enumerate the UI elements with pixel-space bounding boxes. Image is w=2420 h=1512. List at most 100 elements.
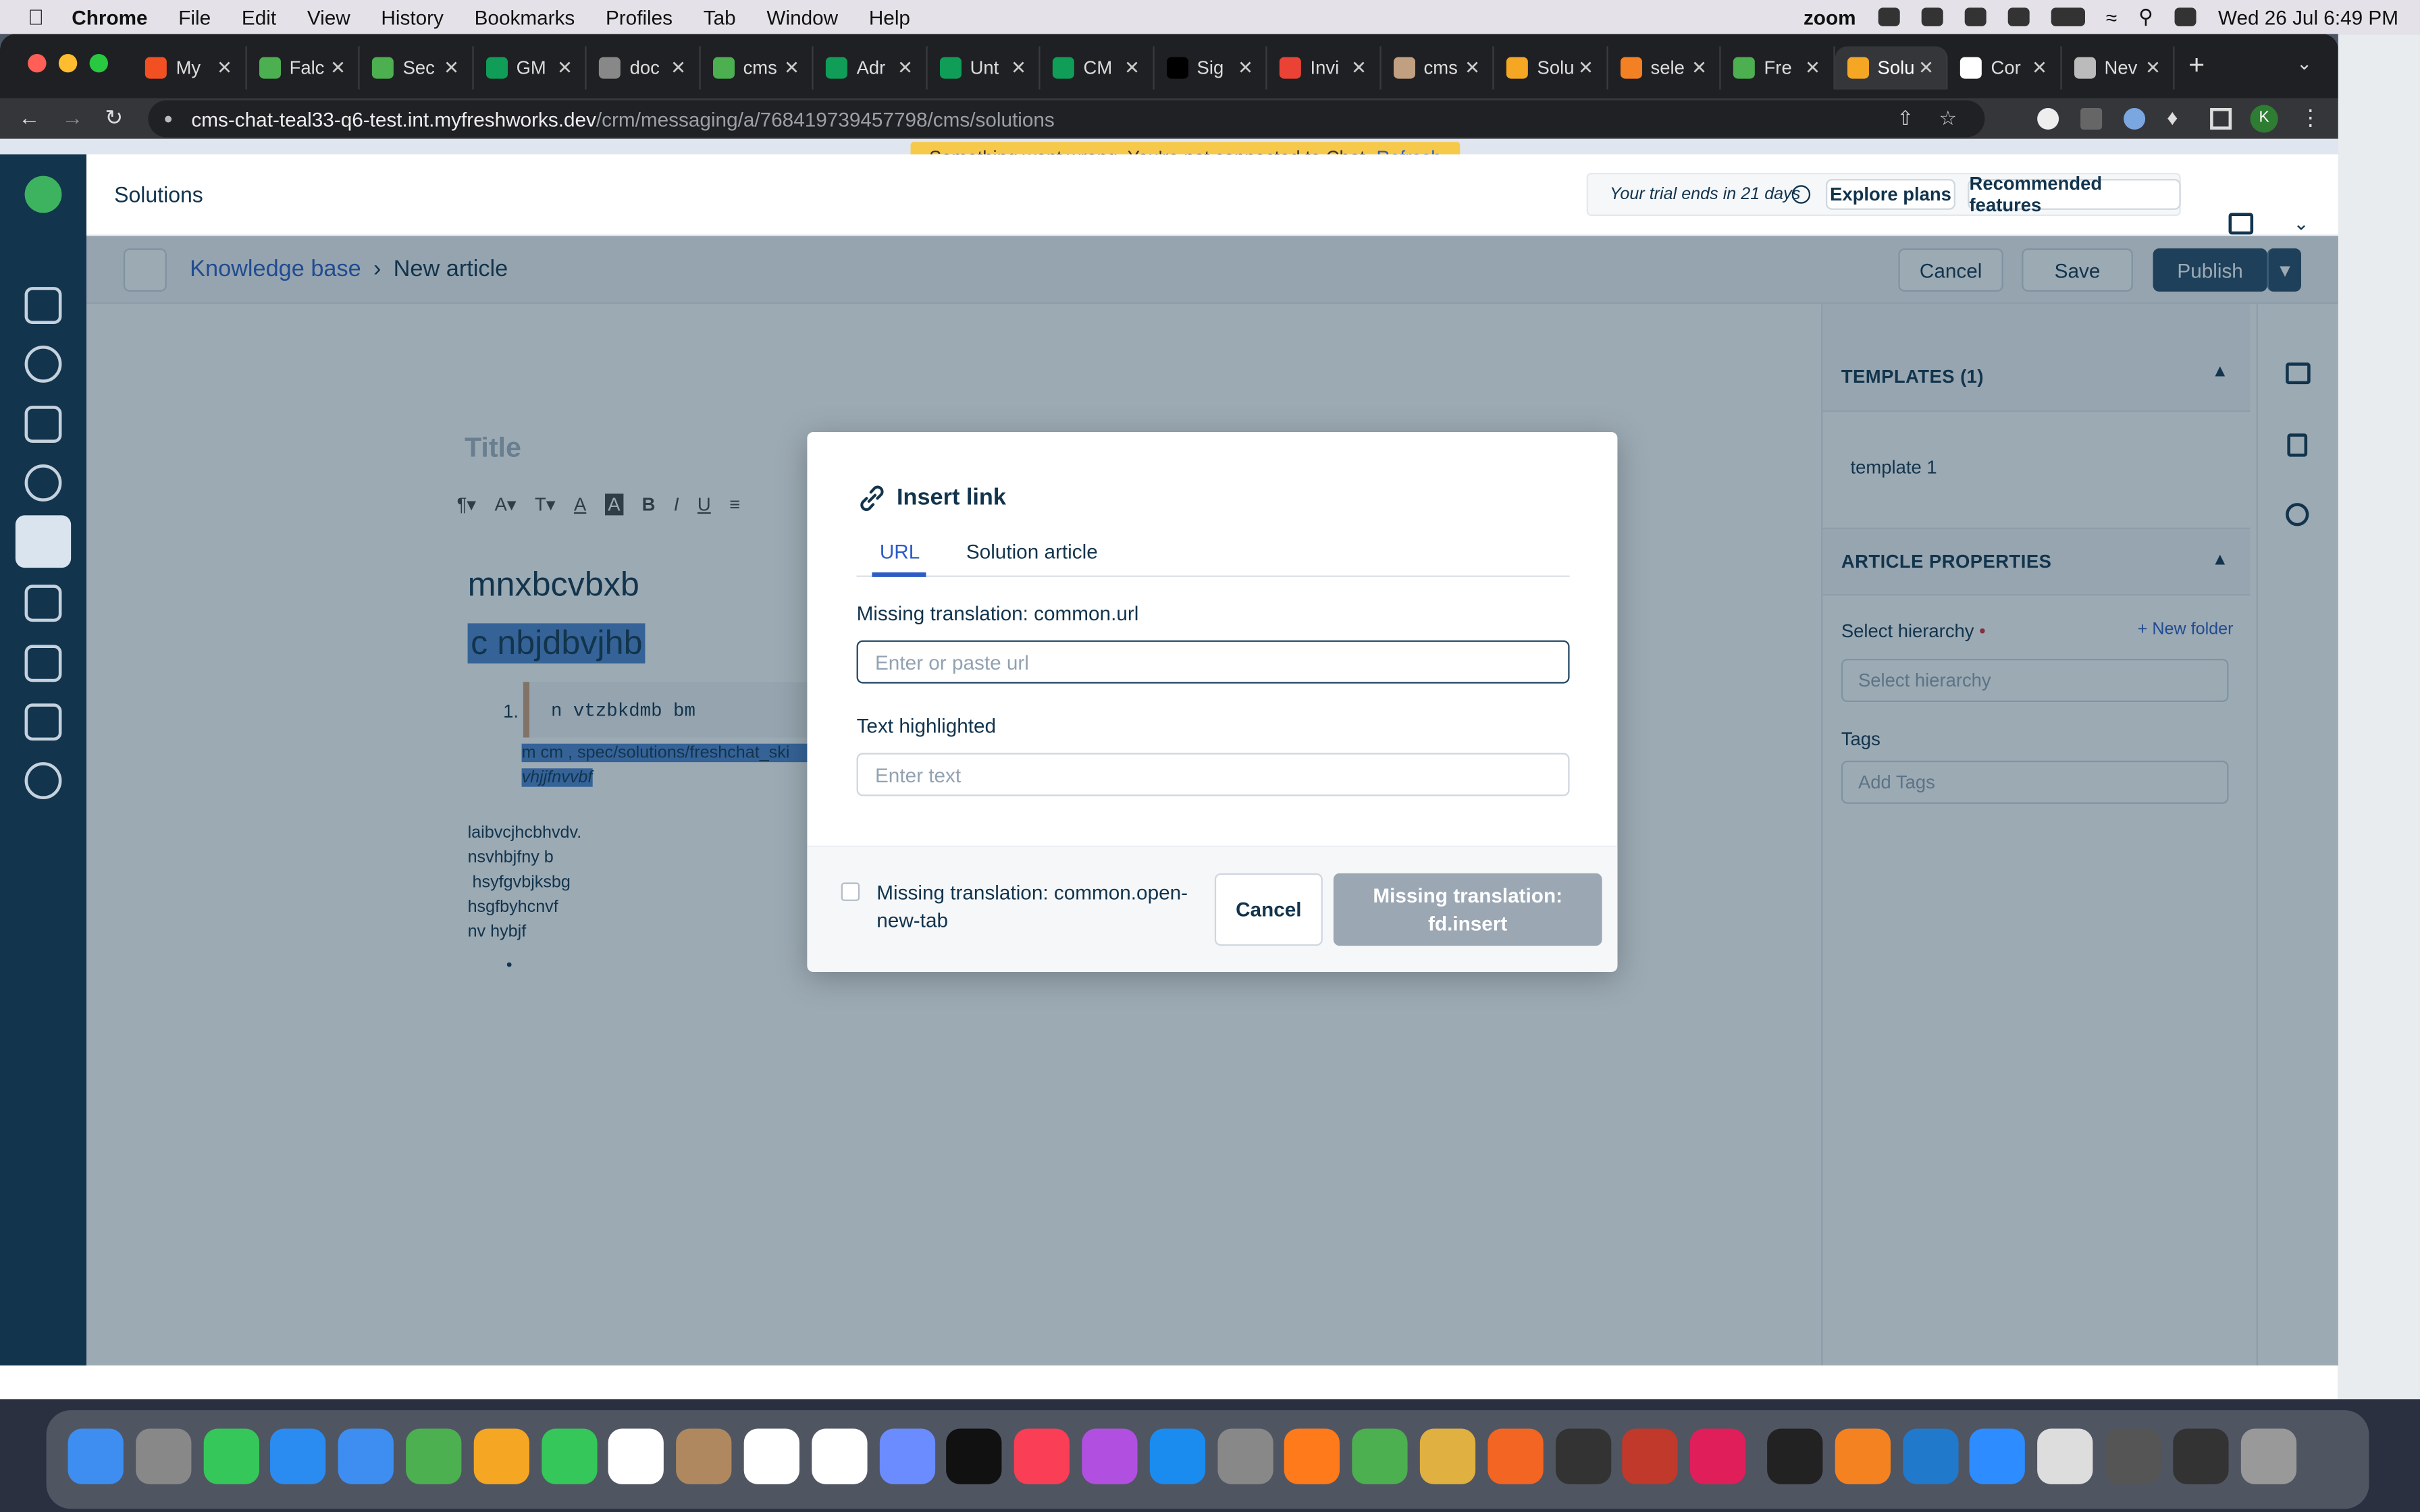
browser-tab[interactable]: Fre ✕ <box>1721 46 1835 90</box>
tab-close-icon[interactable]: ✕ <box>1805 57 1820 79</box>
freshchat-logo-icon[interactable] <box>24 176 62 213</box>
maximize-window-button[interactable] <box>89 53 108 73</box>
browser-tab[interactable]: Solu ✕ <box>1494 46 1608 90</box>
browser-tab[interactable]: Solu ✕ <box>1834 46 1948 90</box>
users-icon[interactable] <box>24 464 62 502</box>
search-icon[interactable]: ⚲ <box>2138 5 2153 30</box>
menu-edit[interactable]: Edit <box>242 5 276 28</box>
tab-close-icon[interactable]: ✕ <box>1918 57 1934 79</box>
wifi-icon[interactable]: ≈ <box>2106 5 2117 28</box>
status-icon[interactable] <box>1877 7 1899 26</box>
kebab-menu-icon[interactable]: ⋮ <box>2300 105 2321 131</box>
dock-app-icon[interactable] <box>1419 1428 1476 1484</box>
dock-app-icon[interactable] <box>1487 1428 1544 1484</box>
chevron-down-icon[interactable]: ⌄ <box>2294 213 2309 234</box>
dock-app-icon[interactable] <box>1014 1428 1070 1484</box>
tab-close-icon[interactable]: ✕ <box>1465 57 1480 79</box>
status-icon[interactable] <box>2007 7 2029 26</box>
menu-file[interactable]: File <box>178 5 211 28</box>
dock-app-icon[interactable] <box>1217 1428 1273 1484</box>
browser-tab[interactable]: My ✕ <box>133 46 246 90</box>
inbox-icon[interactable] <box>24 287 62 324</box>
tab-close-icon[interactable]: ✕ <box>2032 57 2047 79</box>
back-icon[interactable]: ← <box>18 105 40 130</box>
dock-app-icon[interactable] <box>743 1428 799 1484</box>
forward-icon[interactable]: → <box>61 105 83 130</box>
tab-solution-article[interactable]: Solution article <box>966 540 1098 563</box>
bookmark-star-icon[interactable]: ☆ <box>1939 107 1957 132</box>
contacts-icon[interactable] <box>24 406 62 443</box>
browser-tab[interactable]: Sec ✕ <box>360 46 473 90</box>
browser-tab[interactable]: Unt ✕ <box>927 46 1041 90</box>
open-new-tab-label[interactable]: Missing translation: common.open-new-tab <box>876 880 1201 935</box>
control-center-icon[interactable] <box>2174 7 2197 26</box>
browser-tab[interactable]: sele ✕ <box>1608 46 1721 90</box>
dock-app-icon[interactable] <box>203 1428 259 1484</box>
tab-close-icon[interactable]: ✕ <box>557 57 573 79</box>
open-new-tab-checkbox[interactable] <box>841 882 860 901</box>
minimize-window-button[interactable] <box>58 53 78 73</box>
dock-app-icon[interactable] <box>1902 1428 1958 1484</box>
dock-app-icon[interactable] <box>270 1428 327 1484</box>
dock-app-icon[interactable] <box>878 1428 935 1484</box>
solutions-book-icon[interactable] <box>15 515 72 568</box>
dock-app-icon[interactable] <box>1690 1428 1746 1484</box>
bot-icon[interactable] <box>24 585 62 622</box>
dock-app-icon[interactable] <box>676 1428 732 1484</box>
dock-app-icon[interactable] <box>473 1428 529 1484</box>
browser-tab[interactable]: Adr ✕ <box>814 46 927 90</box>
tab-close-icon[interactable]: ✕ <box>1351 57 1367 79</box>
dock-app-icon[interactable] <box>2105 1428 2161 1484</box>
url-field[interactable]: ● cms-chat-teal33-q6-test.int.myfreshwor… <box>148 100 1985 138</box>
extension-icon[interactable] <box>2037 107 2059 130</box>
dock-app-icon[interactable] <box>1623 1428 1679 1484</box>
reports-icon[interactable] <box>24 703 62 741</box>
reload-icon[interactable]: ↻ <box>105 105 123 131</box>
dock-app-icon[interactable] <box>338 1428 394 1484</box>
browser-tab[interactable]: Sig ✕ <box>1154 46 1267 90</box>
zoom-status[interactable]: zoom <box>1804 5 1856 28</box>
puzzle-icon[interactable]: ♦ <box>2167 105 2178 130</box>
clock[interactable]: Wed 26 Jul 6:49 PM <box>2218 5 2398 28</box>
dock-app-icon[interactable] <box>2037 1428 2093 1484</box>
modal-cancel-button[interactable]: Cancel <box>1214 873 1323 946</box>
dock-app-icon[interactable] <box>1970 1428 2026 1484</box>
dock-app-icon[interactable] <box>608 1428 664 1484</box>
browser-tab[interactable]: Nev ✕ <box>2061 46 2175 90</box>
dock-app-icon[interactable] <box>2172 1428 2229 1484</box>
dock-app-icon[interactable] <box>1352 1428 1408 1484</box>
url-input[interactable]: Enter or paste url <box>856 640 1570 684</box>
browser-tab[interactable]: Falc ✕ <box>246 46 360 90</box>
browser-tab[interactable]: doc ✕ <box>587 46 700 90</box>
share-icon[interactable]: ⇧ <box>1897 107 1914 132</box>
dock-app-icon[interactable] <box>811 1428 868 1484</box>
dock-app-icon[interactable] <box>1555 1428 1611 1484</box>
tab-close-icon[interactable]: ✕ <box>784 57 799 79</box>
dock-app-icon[interactable] <box>947 1428 1003 1484</box>
sidebar-icon[interactable] <box>2210 107 2232 130</box>
browser-tab[interactable]: cms ✕ <box>1381 46 1494 90</box>
dock-app-icon[interactable] <box>68 1428 124 1484</box>
tab-close-icon[interactable]: ✕ <box>444 57 459 79</box>
tab-close-icon[interactable]: ✕ <box>1124 57 1140 79</box>
dock-app-icon[interactable] <box>1149 1428 1205 1484</box>
recommended-features-button[interactable]: Recommended features <box>1968 173 2181 216</box>
text-input[interactable]: Enter text <box>856 753 1570 796</box>
tab-close-icon[interactable]: ✕ <box>1011 57 1026 79</box>
browser-tab[interactable]: GM ✕ <box>473 46 587 90</box>
dock-app-icon[interactable] <box>541 1428 597 1484</box>
tab-search-icon[interactable]: ⌄ <box>2296 53 2312 74</box>
browser-tab[interactable]: CM ✕ <box>1041 46 1154 90</box>
menu-app-name[interactable]: Chrome <box>72 5 147 28</box>
info-icon[interactable] <box>1791 185 1811 204</box>
tab-close-icon[interactable]: ✕ <box>2145 57 2161 79</box>
extension-icon[interactable] <box>2124 107 2146 130</box>
extension-icon[interactable] <box>2080 107 2103 130</box>
tab-close-icon[interactable]: ✕ <box>330 57 346 79</box>
settings-gear-icon[interactable] <box>24 762 62 799</box>
status-icon[interactable] <box>1920 7 1943 26</box>
avatar[interactable]: K <box>2250 105 2278 133</box>
explore-plans-button[interactable]: Explore plans <box>1825 179 1955 210</box>
close-window-button[interactable] <box>28 53 47 73</box>
menu-profiles[interactable]: Profiles <box>606 5 673 28</box>
